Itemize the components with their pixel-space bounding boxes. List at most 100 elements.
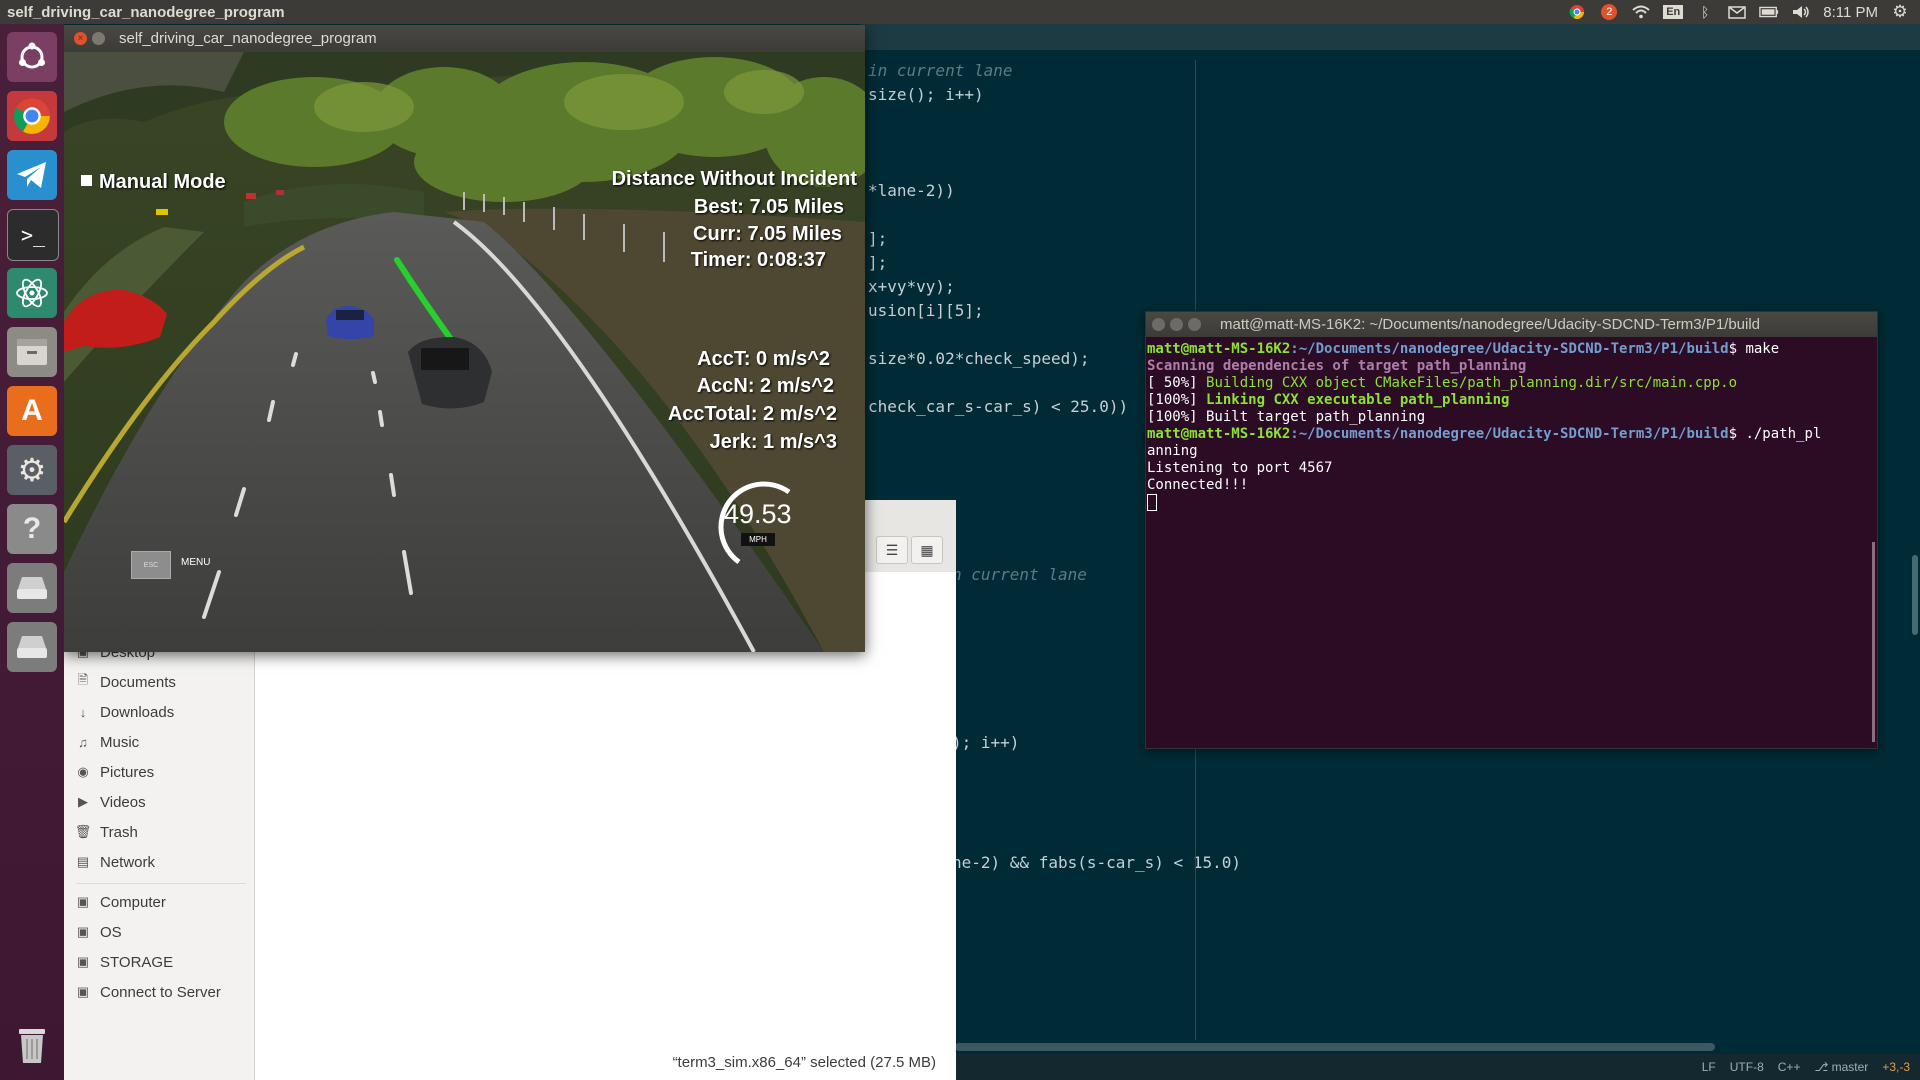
terminal-window[interactable]: matt@matt-MS-16K2: ~/Documents/nanodegre… <box>1145 311 1878 749</box>
output-line: Building CXX object CMakeFiles/path_plan… <box>1206 375 1738 391</box>
output-line: [100%] Built target path_planning <box>1147 409 1426 425</box>
line-ending[interactable]: LF <box>1702 1060 1716 1074</box>
drive-icon[interactable] <box>7 563 57 613</box>
simulator-titlebar[interactable]: × self_driving_car_nanodegree_program <box>64 25 865 52</box>
list-view-button[interactable]: ☰ <box>876 536 908 564</box>
current-distance: Curr: 7.05 Miles <box>693 223 842 245</box>
minimize-button[interactable] <box>1170 318 1183 331</box>
simulator-window[interactable]: × self_driving_car_nanodegree_program Ma… <box>64 25 865 652</box>
place-documents[interactable]: 🗎 Documents <box>76 670 176 694</box>
trash-icon[interactable] <box>7 1020 57 1070</box>
output-pct: [ 50%] <box>1147 375 1207 391</box>
active-app-title: self_driving_car_nanodegree_program <box>7 3 285 21</box>
code-line: size(); i++) <box>868 85 984 104</box>
bluetooth-icon[interactable]: ᛒ <box>1695 3 1715 21</box>
files-icon[interactable] <box>7 327 57 377</box>
output-line: Connected!!! <box>1147 477 1249 493</box>
clock[interactable]: 8:11 PM <box>1823 4 1878 21</box>
notification-count: 2 <box>1601 4 1618 20</box>
drive-icon[interactable] <box>7 622 57 672</box>
chrome-indicator-icon[interactable] <box>1567 3 1587 21</box>
code-line: check_car_s-car_s) < 25.0)) <box>868 397 1129 416</box>
terminal-output[interactable]: matt@matt-MS-16K2:~/Documents/nanodegree… <box>1146 337 1877 512</box>
esc-button[interactable]: ESC <box>131 551 171 579</box>
manual-mode-checkbox[interactable] <box>81 175 92 186</box>
system-settings-icon[interactable]: ⚙ <box>7 445 57 495</box>
output-line: Scanning dependencies of target path_pla… <box>1147 358 1527 374</box>
editor-horizontal-scrollbar[interactable] <box>955 1043 1715 1051</box>
drive-icon: ▣ <box>76 954 90 969</box>
telegram-icon[interactable] <box>7 150 57 200</box>
place-music[interactable]: ♫ Music <box>76 730 139 754</box>
simulator-viewport[interactable]: Manual Mode Distance Without Incident Be… <box>64 52 865 652</box>
trash-icon: 🗑 <box>74 824 92 839</box>
connect-to-server[interactable]: ▣ Connect to Server <box>76 980 221 1004</box>
chrome-icon[interactable] <box>7 91 57 141</box>
editor-scrollbar[interactable] <box>1912 555 1918 635</box>
device-computer[interactable]: ▣ Computer <box>76 890 166 914</box>
help-icon[interactable]: ? <box>7 504 57 554</box>
grid-view-button[interactable]: ▦ <box>911 536 943 564</box>
editor-status-bar: LF UTF-8 C++ ⎇ master +3,-3 <box>955 1054 1920 1080</box>
code-line: x+vy*vy); <box>868 277 955 296</box>
top-panel: self_driving_car_nanodegree_program 2 En… <box>0 0 1920 24</box>
grammar[interactable]: C++ <box>1778 1060 1801 1074</box>
git-branch[interactable]: ⎇ master <box>1814 1060 1868 1074</box>
place-label: Documents <box>100 673 176 691</box>
place-network[interactable]: ▤ Network <box>76 850 155 874</box>
settings-gear-icon[interactable]: ⚙ <box>1890 2 1910 21</box>
video-icon: ▶ <box>78 794 88 809</box>
software-center-icon[interactable]: A <box>7 386 57 436</box>
close-button[interactable] <box>1152 318 1165 331</box>
place-pictures[interactable]: ◉ Pictures <box>76 760 154 784</box>
maximize-button[interactable] <box>1188 318 1201 331</box>
jerk: Jerk: 1 m/s^3 <box>709 431 837 453</box>
manual-mode-label: Manual Mode <box>99 171 226 193</box>
output-pct: [100%] <box>1147 392 1207 408</box>
mail-icon[interactable] <box>1727 3 1747 21</box>
output-line: Linking CXX executable path_planning <box>1206 392 1510 408</box>
place-label: Network <box>100 853 156 871</box>
code-line: *lane-2)) <box>868 181 955 200</box>
device-label: Connect to Server <box>100 983 221 1001</box>
acc-total: AccTotal: 2 m/s^2 <box>667 403 837 425</box>
atom-icon[interactable] <box>7 268 57 318</box>
close-button[interactable]: × <box>74 32 87 45</box>
code-line: n current lane <box>952 565 1087 584</box>
place-label: Trash <box>100 823 138 841</box>
ubuntu-dash-icon[interactable] <box>7 32 57 82</box>
terminal-scrollbar[interactable] <box>1872 542 1875 742</box>
place-trash[interactable]: 🗑 Trash <box>74 820 138 844</box>
place-downloads[interactable]: ↓ Downloads <box>76 700 174 724</box>
command: anning <box>1147 443 1198 459</box>
place-videos[interactable]: ▶ Videos <box>76 790 146 814</box>
keyboard-layout-label: En <box>1663 5 1684 19</box>
file-encoding[interactable]: UTF-8 <box>1730 1060 1764 1074</box>
speed-value: 49.53 <box>724 499 792 529</box>
file-manager-sidebar: ▣Desktop 🗎Documents ↓Downloads ♫Music ◉P… <box>64 640 255 1080</box>
terminal-title: matt@matt-MS-16K2: ~/Documents/nanodegre… <box>1220 316 1761 333</box>
acc-n: AccN: 2 m/s^2 <box>696 375 834 397</box>
selection-status: “term3_sim.x86_64” selected (27.5 MB) <box>672 1054 936 1071</box>
place-label: Downloads <box>100 703 175 721</box>
battery-icon[interactable] <box>1759 3 1779 21</box>
code-line: ne-2) && fabs(s-car_s) < 15.0) <box>952 853 1241 872</box>
drive-icon: ▣ <box>76 924 90 939</box>
place-label: Pictures <box>100 763 155 781</box>
git-changes[interactable]: +3,-3 <box>1882 1060 1910 1074</box>
system-tray: 2 En ᛒ 8:11 PM ⚙ <box>1567 0 1910 24</box>
keyboard-layout-indicator[interactable]: En <box>1663 3 1684 21</box>
device-os[interactable]: ▣ OS <box>76 920 122 944</box>
place-label: Videos <box>100 793 146 811</box>
minimize-button[interactable] <box>92 32 105 45</box>
terminal-icon[interactable]: >_ <box>7 209 59 261</box>
computer-icon: ▣ <box>76 894 90 909</box>
device-storage[interactable]: ▣ STORAGE <box>76 950 173 974</box>
terminal-titlebar[interactable]: matt@matt-MS-16K2: ~/Documents/nanodegre… <box>1146 312 1877 337</box>
notification-badge[interactable]: 2 <box>1599 3 1619 21</box>
timer: Timer: 0:08:37 <box>690 249 826 271</box>
volume-icon[interactable] <box>1791 3 1811 21</box>
wifi-icon[interactable] <box>1631 3 1651 21</box>
acc-t: AccT: 0 m/s^2 <box>697 348 830 370</box>
best-distance: Best: 7.05 Miles <box>693 196 844 218</box>
